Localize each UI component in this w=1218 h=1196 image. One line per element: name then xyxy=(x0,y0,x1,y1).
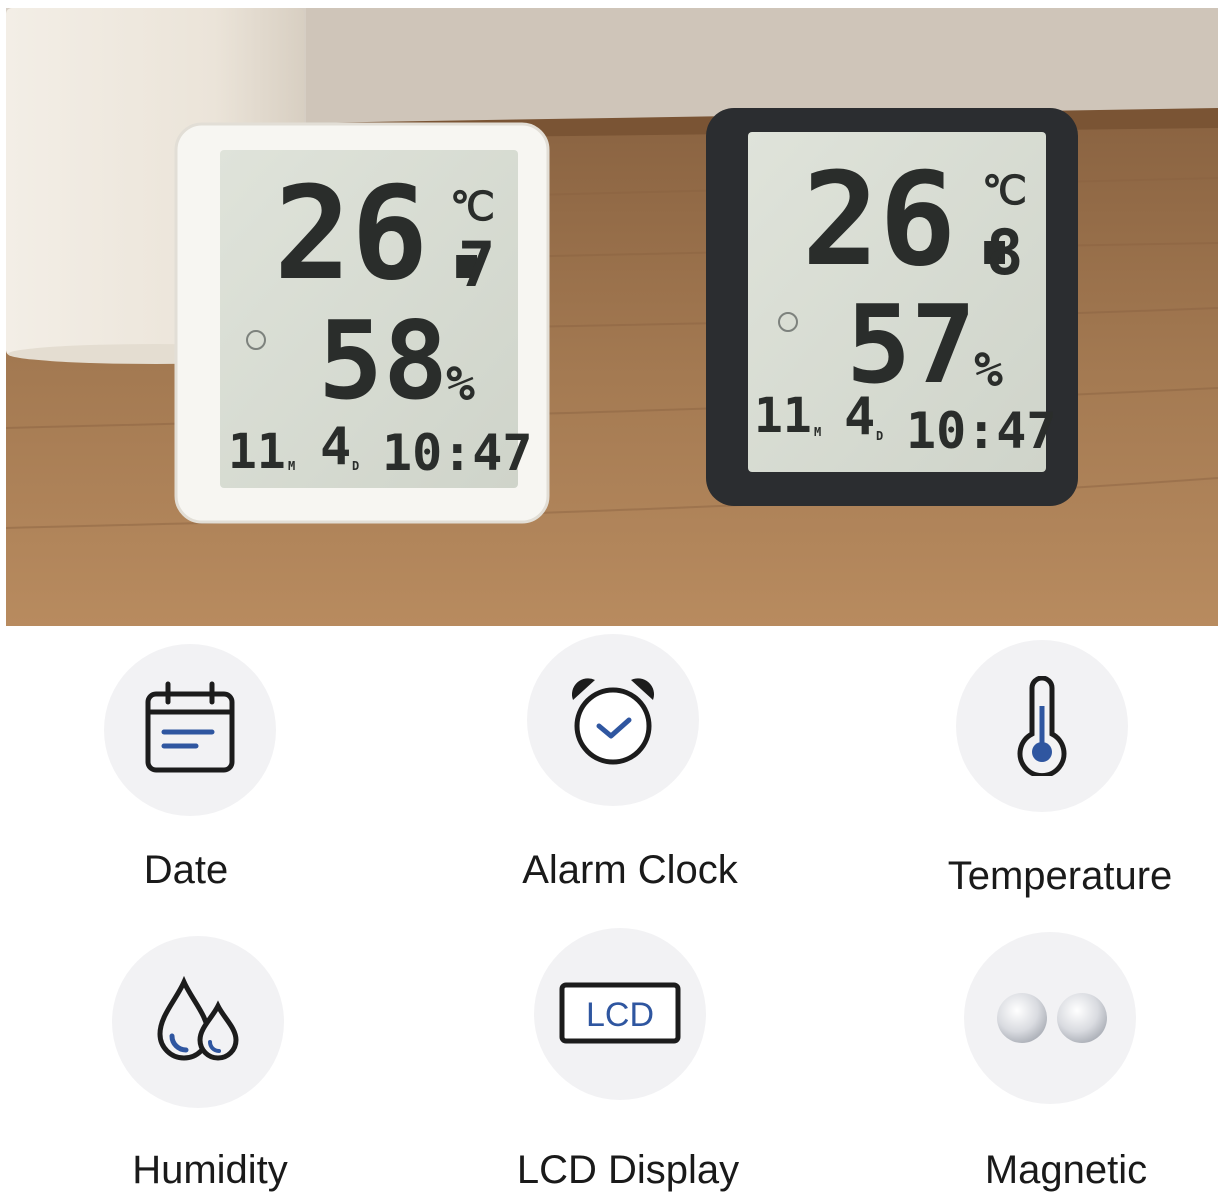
black-day-unit: D xyxy=(876,429,883,443)
white-thermometer-device: 26. 7 ℃ 58 % 11 M 4 D 10:47 xyxy=(174,122,550,524)
calendar-icon xyxy=(145,681,235,773)
magnets-icon xyxy=(997,993,1107,1043)
water-drops-icon xyxy=(157,975,239,1061)
alarm-clock-feature-icon-circle xyxy=(527,634,699,806)
white-time: 10:47 xyxy=(382,424,533,482)
black-time: 10:47 xyxy=(906,402,1057,460)
white-day: 4 xyxy=(320,417,351,477)
temperature-feature-icon-circle xyxy=(956,640,1128,812)
black-temp-unit: ℃ xyxy=(982,168,1027,214)
lcd-icon: LCD xyxy=(559,982,681,1044)
white-humidity-unit: % xyxy=(446,356,475,412)
date-label: Date xyxy=(143,848,229,892)
date-feature-icon-circle xyxy=(104,644,276,816)
lcd-display-feature-icon-circle: LCD xyxy=(534,928,706,1100)
lcd-display-label: LCD Display xyxy=(516,1148,740,1192)
black-temp-decimal: 8 xyxy=(986,216,1023,289)
white-month-unit: M xyxy=(288,459,295,473)
white-humidity: 58 xyxy=(318,299,448,424)
white-month: 11 xyxy=(228,424,286,480)
feature-grid: Date Alarm Clock Temperature Humidity LC… xyxy=(0,626,1218,1196)
black-day: 4 xyxy=(844,387,875,447)
magnetic-feature-icon-circle xyxy=(964,932,1136,1104)
humidity-label: Humidity xyxy=(132,1148,288,1192)
black-thermometer-device: 26. 8 ℃ 57 % 11 M 4 D 10:47 xyxy=(706,108,1078,506)
thermometer-icon xyxy=(1017,676,1067,776)
product-scene: 26. 7 ℃ 58 % 11 M 4 D 10:47 26. 8 ℃ 57 %… xyxy=(6,8,1218,626)
black-month-unit: M xyxy=(814,425,821,439)
lcd-icon-text: LCD xyxy=(586,996,654,1034)
product-photo: 26. 7 ℃ 58 % 11 M 4 D 10:47 26. 8 ℃ 57 %… xyxy=(6,8,1218,626)
magnetic-label: Magnetic xyxy=(984,1148,1148,1192)
white-temp-unit: ℃ xyxy=(450,184,495,230)
alarm-clock-icon xyxy=(571,678,655,765)
white-day-unit: D xyxy=(352,459,359,473)
temperature-label: Temperature xyxy=(947,854,1173,898)
black-month: 11 xyxy=(754,388,812,444)
black-humidity-unit: % xyxy=(974,342,1003,398)
alarm-clock-label: Alarm Clock xyxy=(522,848,738,892)
humidity-feature-icon-circle xyxy=(112,936,284,1108)
white-temp-decimal: 7 xyxy=(458,228,495,301)
